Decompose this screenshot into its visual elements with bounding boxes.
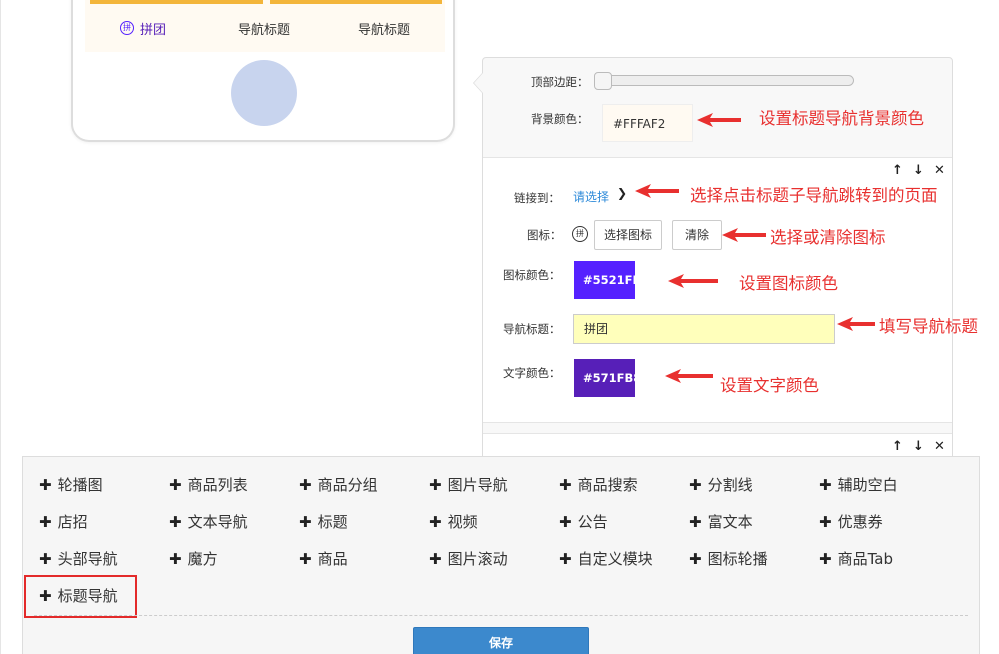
add-icon-carousel-button[interactable]: ✚ 图标轮播 bbox=[689, 548, 768, 569]
text-color-label: 文字颜色： bbox=[503, 366, 561, 380]
add-goods-search-button[interactable]: ✚ 商品搜索 bbox=[559, 474, 638, 495]
annotation-text: 设置文字颜色 bbox=[720, 376, 819, 395]
phone-preview: 拼 拼团 导航标题 导航标题 bbox=[71, 0, 455, 142]
nav-preview-item[interactable]: 导航标题 bbox=[238, 18, 290, 38]
bg-color-label: 背景颜色： bbox=[531, 112, 589, 126]
save-button[interactable]: 保存 bbox=[413, 627, 589, 654]
annotation-arrow bbox=[668, 274, 718, 288]
plus-icon: ✚ bbox=[169, 549, 182, 568]
nav-preview-label: 导航标题 bbox=[238, 22, 291, 38]
nav-title-label: 导航标题： bbox=[503, 322, 561, 336]
top-margin-label: 顶部边距： bbox=[531, 75, 589, 89]
plus-icon: ✚ bbox=[169, 475, 182, 494]
phone-home-button bbox=[231, 60, 297, 126]
plus-icon: ✚ bbox=[39, 512, 52, 531]
close-icon[interactable]: ✕ bbox=[933, 439, 946, 454]
move-up-icon[interactable]: ↑ bbox=[891, 163, 904, 178]
chevron-down-icon[interactable]: ❯ bbox=[617, 186, 627, 200]
add-video-button[interactable]: ✚ 视频 bbox=[429, 511, 478, 532]
icon-color-label: 图标颜色： bbox=[503, 268, 561, 282]
plus-icon: ✚ bbox=[819, 475, 832, 494]
add-notice-button[interactable]: ✚ 公告 bbox=[559, 511, 608, 532]
plus-icon: ✚ bbox=[819, 549, 832, 568]
icon-label: 图标： bbox=[527, 228, 562, 242]
card-actions: ↑ ↓ ✕ bbox=[891, 163, 946, 178]
move-down-icon[interactable]: ↓ bbox=[912, 439, 925, 454]
annotation-arrow bbox=[697, 113, 741, 127]
plus-icon: ✚ bbox=[689, 475, 702, 494]
add-goods-list-button[interactable]: ✚ 商品列表 bbox=[169, 474, 248, 495]
nav-preview-label: 拼团 bbox=[140, 22, 167, 38]
clear-icon-button[interactable]: 清除 bbox=[672, 220, 722, 250]
plus-icon: ✚ bbox=[39, 475, 52, 494]
annotation-text: 设置图标颜色 bbox=[739, 274, 838, 293]
plus-icon: ✚ bbox=[429, 512, 442, 531]
divider bbox=[34, 615, 968, 616]
choose-icon-button[interactable]: 选择图标 bbox=[594, 220, 662, 250]
add-image-nav-button[interactable]: ✚ 图片导航 bbox=[429, 474, 508, 495]
nav-preview-label: 导航标题 bbox=[358, 22, 411, 38]
annotation-text: 选择或清除图标 bbox=[770, 228, 886, 247]
add-coupon-button[interactable]: ✚ 优惠券 bbox=[819, 511, 883, 532]
plus-icon: ✚ bbox=[299, 512, 312, 531]
plus-icon: ✚ bbox=[429, 549, 442, 568]
card-actions: ↑ ↓ ✕ bbox=[891, 439, 946, 454]
top-margin-slider-handle[interactable] bbox=[594, 72, 612, 90]
annotation-arrow bbox=[722, 228, 766, 242]
plus-icon: ✚ bbox=[169, 512, 182, 531]
pin-icon: 拼 bbox=[120, 21, 134, 35]
plus-icon: ✚ bbox=[429, 475, 442, 494]
add-title-button[interactable]: ✚ 标题 bbox=[299, 511, 348, 532]
plus-icon: ✚ bbox=[559, 512, 572, 531]
plus-icon: ✚ bbox=[39, 549, 52, 568]
nav-accent-bar bbox=[90, 0, 263, 4]
annotation-arrow bbox=[635, 184, 679, 198]
plus-icon: ✚ bbox=[559, 549, 572, 568]
add-text-nav-button[interactable]: ✚ 文本导航 bbox=[169, 511, 248, 532]
annotation-arrow bbox=[837, 317, 875, 331]
annotation-text: 设置标题导航背景颜色 bbox=[759, 109, 924, 128]
plus-icon: ✚ bbox=[559, 475, 572, 494]
nav-title-input[interactable]: 拼团 bbox=[573, 314, 835, 344]
nav-preview-item[interactable]: 导航标题 bbox=[358, 18, 410, 38]
annotation-text: 填写导航标题 bbox=[879, 317, 978, 336]
move-down-icon[interactable]: ↓ bbox=[912, 163, 925, 178]
add-rich-text-button[interactable]: ✚ 富文本 bbox=[689, 511, 753, 532]
plus-icon: ✚ bbox=[689, 549, 702, 568]
link-select[interactable]: 请选择 bbox=[573, 188, 609, 205]
add-divider-button[interactable]: ✚ 分割线 bbox=[689, 474, 753, 495]
bg-color-picker[interactable]: #FFFAF2 bbox=[602, 104, 693, 142]
icon-color-picker[interactable]: #5521FF bbox=[574, 261, 640, 299]
plus-icon: ✚ bbox=[299, 475, 312, 494]
plus-icon: ✚ bbox=[819, 512, 832, 531]
annotation-text: 选择点击标题子导航跳转到的页面 bbox=[690, 186, 938, 205]
link-label: 链接到： bbox=[514, 191, 560, 205]
nav-preview-item[interactable]: 拼 拼团 bbox=[120, 18, 166, 38]
page-left-border bbox=[0, 0, 1, 654]
add-custom-module-button[interactable]: ✚ 自定义模块 bbox=[559, 548, 653, 569]
title-nav-preview[interactable]: 拼 拼团 导航标题 导航标题 bbox=[85, 0, 445, 52]
add-goods-button[interactable]: ✚ 商品 bbox=[299, 548, 348, 569]
top-margin-slider[interactable] bbox=[597, 75, 854, 86]
editor-pointer-fill bbox=[474, 73, 483, 93]
pin-icon: 拼 bbox=[572, 226, 588, 242]
add-spacer-button[interactable]: ✚ 辅助空白 bbox=[819, 474, 898, 495]
add-goods-tab-button[interactable]: ✚ 商品Tab bbox=[819, 548, 893, 569]
add-shop-sign-button[interactable]: ✚ 店招 bbox=[39, 511, 88, 532]
close-icon[interactable]: ✕ bbox=[933, 163, 946, 178]
move-up-icon[interactable]: ↑ bbox=[891, 439, 904, 454]
highlight-box bbox=[24, 575, 137, 618]
nav-accent-bar bbox=[270, 0, 442, 4]
plus-icon: ✚ bbox=[299, 549, 312, 568]
add-carousel-button[interactable]: ✚ 轮播图 bbox=[39, 474, 103, 495]
add-image-scroll-button[interactable]: ✚ 图片滚动 bbox=[429, 548, 508, 569]
text-color-picker[interactable]: #571FB8 bbox=[574, 359, 641, 397]
annotation-arrow bbox=[665, 369, 713, 383]
add-goods-group-button[interactable]: ✚ 商品分组 bbox=[299, 474, 378, 495]
add-header-nav-button[interactable]: ✚ 头部导航 bbox=[39, 548, 118, 569]
plus-icon: ✚ bbox=[689, 512, 702, 531]
add-cube-button[interactable]: ✚ 魔方 bbox=[169, 548, 218, 569]
